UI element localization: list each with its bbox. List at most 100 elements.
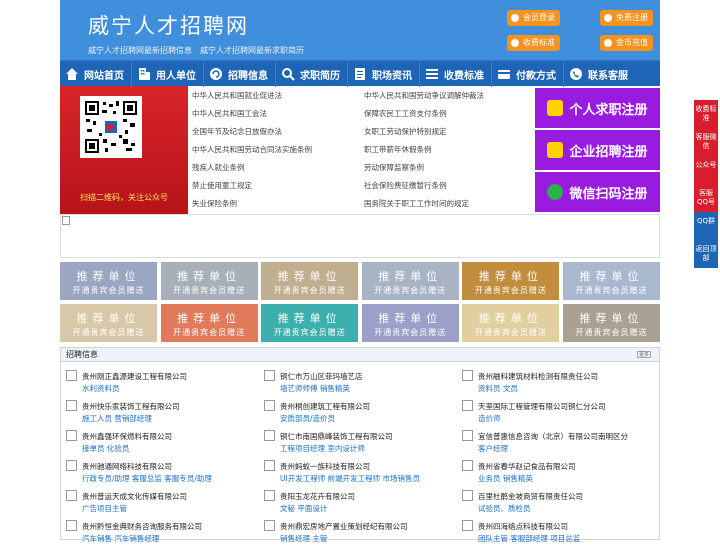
nav-employers[interactable]: 用人单位 (132, 61, 204, 87)
recommended-company-tile[interactable]: 推荐单位 开通贵宾会员赠送 (462, 304, 560, 342)
law-link[interactable]: 禁止使用童工规定 (192, 180, 252, 191)
company-logo-image[interactable] (66, 460, 77, 471)
company-logo-image[interactable] (66, 520, 77, 531)
position-links[interactable]: UI开发工程师 前端开发工程师 市场销售员 (280, 473, 420, 484)
company-name-link[interactable]: 天垩国际工程管理有限公司铜仁分公司 (478, 401, 606, 412)
company-name-link[interactable]: 贵阳玉龙花卉有限公司 (280, 491, 355, 502)
law-link[interactable]: 失业保险条例 (192, 198, 237, 209)
company-name-link[interactable]: 铜仁市南国鼎峰装饰工程有限公司 (280, 431, 393, 442)
position-links[interactable]: 业务员 销售精英 (478, 473, 533, 484)
nav-home[interactable]: 网站首页 (60, 61, 132, 87)
law-link[interactable]: 劳动保障监察条例 (364, 162, 424, 173)
side-pricing-button[interactable]: 收费标准 (694, 100, 718, 128)
recommended-company-tile[interactable]: 推荐单位 开通贵宾会员赠送 (563, 304, 660, 342)
nav-pricing[interactable]: 收费标准 (420, 61, 492, 87)
company-logo-image[interactable] (462, 460, 473, 471)
nav-news[interactable]: 职场资讯 (348, 61, 420, 87)
company-logo-image[interactable] (66, 400, 77, 411)
company-name-link[interactable]: 贵州普运天成文化传媒有限公司 (82, 491, 187, 502)
company-logo-image[interactable] (66, 430, 77, 441)
back-to-top-button[interactable]: 返回顶部 (694, 240, 718, 268)
company-logo-image[interactable] (264, 430, 275, 441)
position-links[interactable]: 团队主管 客服部经理 项目总监 (478, 533, 580, 544)
position-links[interactable]: 试验员、质检员 (478, 503, 531, 514)
banner-ad-image[interactable] (60, 214, 660, 258)
personal-register-button[interactable]: 个人求职注册 (535, 88, 660, 128)
side-wechat-button[interactable]: 客服微信 (694, 128, 718, 156)
nav-payment[interactable]: 付款方式 (492, 61, 564, 87)
company-name-link[interactable]: 贵州桐创建筑工程有限公司 (280, 401, 370, 412)
position-links[interactable]: 造价师 (478, 413, 501, 424)
position-links[interactable]: 施工人员 营销部经理 (82, 413, 152, 424)
company-logo-image[interactable] (264, 490, 275, 501)
company-name-link[interactable]: 贵州驰通网络科技有限公司 (82, 461, 172, 472)
company-logo-image[interactable] (264, 400, 275, 411)
law-link[interactable]: 保障农民工工资支付条例 (364, 108, 447, 119)
position-links[interactable]: 客户经理 (478, 443, 508, 454)
law-link[interactable]: 中华人民共和国劳动合同法实施条例 (192, 144, 312, 155)
site-title[interactable]: 威宁人才招聘网 (88, 10, 249, 40)
company-name-link[interactable]: 贵州黔恒金典财务咨询服务有限公司 (82, 521, 202, 532)
position-links[interactable]: 墙艺师师傅 销售精英 (280, 383, 350, 394)
position-links[interactable]: 水利资料员 (82, 383, 120, 394)
wechat-register-button[interactable]: 微信扫码注册 (535, 172, 660, 212)
nav-jobs[interactable]: 招聘信息 (204, 61, 276, 87)
law-link[interactable]: 职工带薪年休假条例 (364, 144, 432, 155)
company-register-button[interactable]: 企业招聘注册 (535, 130, 660, 170)
company-name-link[interactable]: 贵州融科建筑材料检测有限责任公司 (478, 371, 598, 382)
position-links[interactable]: 文秘 平面设计 (280, 503, 327, 514)
company-name-link[interactable]: 贵州鼎宏房地产置业策划经纪有限公司 (280, 521, 408, 532)
coin-recharge-button[interactable]: 金币充值 (600, 35, 653, 51)
company-logo-image[interactable] (462, 430, 473, 441)
position-links[interactable]: 接单员 化验员 (82, 443, 129, 454)
nav-resumes[interactable]: 求职简历 (276, 61, 348, 87)
company-logo-image[interactable] (264, 460, 275, 471)
company-logo-image[interactable] (66, 490, 77, 501)
recommended-company-tile[interactable]: 推荐单位 开通贵宾会员赠送 (160, 304, 258, 342)
company-logo-image[interactable] (462, 520, 473, 531)
company-logo-image[interactable] (264, 370, 275, 381)
company-logo-image[interactable] (264, 520, 275, 531)
recommended-company-tile[interactable]: 推荐单位 开通贵宾会员赠送 (563, 262, 660, 300)
law-link[interactable]: 中华人民共和国就业促进法 (192, 90, 282, 101)
position-links[interactable]: 汽车销售 汽车销售经理 (82, 533, 159, 544)
company-name-link[interactable]: 贵州刚正鑫源建设工程有限公司 (82, 371, 187, 382)
law-link[interactable]: 女职工劳动保护特别规定 (364, 126, 447, 137)
company-logo-image[interactable] (462, 370, 473, 381)
member-login-button[interactable]: 会员登录 (507, 10, 560, 26)
company-name-link[interactable]: 贵州蚂蚁一族科技有限公司 (280, 461, 370, 472)
recommended-company-tile[interactable]: 推荐单位 开通贵宾会员赠送 (60, 262, 157, 300)
more-button[interactable]: 更多 (637, 351, 651, 358)
nav-support[interactable]: 联系客服 (564, 61, 635, 87)
law-link[interactable]: 全国年节及纪念日放假办法 (192, 126, 282, 137)
recommended-company-tile[interactable]: 推荐单位 开通贵宾会员赠送 (462, 262, 560, 300)
recommended-company-tile[interactable]: 推荐单位 开通贵宾会员赠送 (60, 304, 157, 342)
company-name-link[interactable]: 铜仁市万山区菲玛墙艺店 (280, 371, 363, 382)
side-qq-button[interactable]: 客服QQ号 (694, 184, 718, 212)
law-link[interactable]: 残疾人就业条例 (192, 162, 245, 173)
company-name-link[interactable]: 贵州鑫强环保燃料有限公司 (82, 431, 172, 442)
recommended-company-tile[interactable]: 推荐单位 开通贵宾会员赠送 (261, 304, 359, 342)
law-link[interactable]: 社会保险费征缴暂行条例 (364, 180, 447, 191)
company-name-link[interactable]: 百里杜鹃金坡商贸有限责任公司 (478, 491, 583, 502)
company-name-link[interactable]: 宜信普惠信息咨询（北京）有限公司南明区分 (478, 431, 628, 442)
position-links[interactable]: 销售经理 主管 (280, 533, 327, 544)
pricing-button[interactable]: 收费标准 (507, 35, 560, 51)
recommended-company-tile[interactable]: 推荐单位 开通贵宾会员赠送 (361, 304, 459, 342)
company-name-link[interactable]: 贵州快乐家装饰工程有限公司 (82, 401, 180, 412)
free-register-button[interactable]: 免费注册 (600, 10, 653, 26)
law-link[interactable]: 中华人民共和国工会法 (192, 108, 267, 119)
company-logo-image[interactable] (462, 490, 473, 501)
law-link[interactable]: 国务院关于职工工作时间的规定 (364, 198, 469, 209)
position-links[interactable]: 资料员 文员 (478, 383, 518, 394)
law-link[interactable]: 中华人民共和国劳动争议调解仲裁法 (364, 90, 484, 101)
company-name-link[interactable]: 贵州四海络点科技有限公司 (478, 521, 568, 532)
company-name-link[interactable]: 贵州省春华赵记食品有限公司 (478, 461, 576, 472)
side-qq-group-button[interactable]: QQ群 (694, 212, 718, 240)
recommended-company-tile[interactable]: 推荐单位 开通贵宾会员赠送 (261, 262, 359, 300)
recommended-company-tile[interactable]: 推荐单位 开通贵宾会员赠送 (361, 262, 459, 300)
position-links[interactable]: 安质部员/造价员 (280, 413, 335, 424)
position-links[interactable]: 工程项目经理 室内设计师 (280, 443, 365, 454)
position-links[interactable]: 广告项目主管 (82, 503, 127, 514)
recommended-company-tile[interactable]: 推荐单位 开通贵宾会员赠送 (160, 262, 258, 300)
